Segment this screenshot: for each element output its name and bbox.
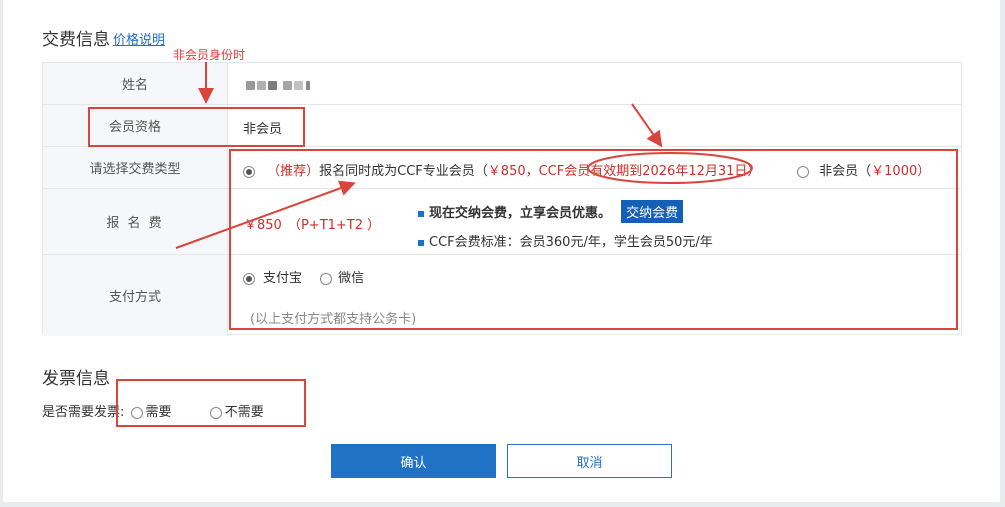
annotation-arrows: [175, 62, 753, 249]
annotation-ellipse-expiry: [587, 152, 753, 184]
annotation-arrow-to-option: [175, 180, 356, 249]
annotation-arrow-to-expiry: [631, 103, 663, 148]
